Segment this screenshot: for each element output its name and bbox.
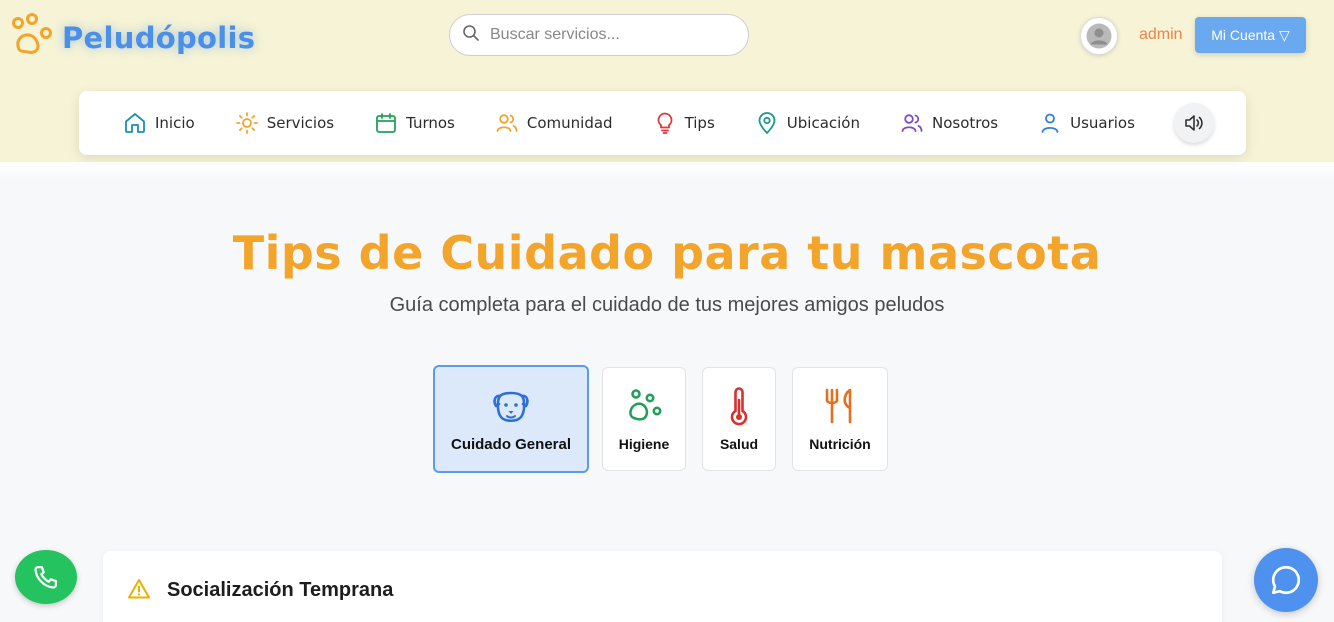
nav-label: Tips xyxy=(684,114,715,132)
page-subtitle: Guía completa para el cuidado de tus mej… xyxy=(389,294,945,316)
speaker-icon xyxy=(1185,115,1203,131)
chat-icon xyxy=(1271,565,1301,595)
logo-text: Peludópolis xyxy=(62,20,256,55)
header-divider xyxy=(0,162,1334,180)
category-label: Salud xyxy=(719,436,759,452)
category-label: Cuidado General xyxy=(450,435,572,453)
phone-icon xyxy=(34,565,58,589)
nav-label: Servicios xyxy=(266,114,335,132)
logo[interactable]: Peludópolis xyxy=(8,12,255,63)
lightbulb-icon xyxy=(657,112,672,134)
map-pin-icon xyxy=(758,112,776,134)
nav-item-usuarios[interactable]: Usuarios xyxy=(1038,111,1135,135)
tip-card: Socialización Temprana xyxy=(103,551,1222,622)
search-input[interactable] xyxy=(490,26,730,44)
main-nav: Inicio Servicios Turnos Comunidad Tips U… xyxy=(79,91,1246,155)
nav-label: Ubicación xyxy=(786,114,860,132)
home-icon xyxy=(125,113,145,133)
calendar-icon xyxy=(376,113,396,133)
phone-button[interactable] xyxy=(15,550,77,604)
nav-item-servicios[interactable]: Servicios xyxy=(235,111,334,135)
users-icon xyxy=(496,114,518,132)
nav-label: Comunidad xyxy=(526,114,613,132)
category-label: Nutrición xyxy=(809,436,871,452)
search-bar[interactable] xyxy=(449,14,749,56)
category-cuidado-general[interactable]: Cuidado General xyxy=(433,365,589,473)
chat-button[interactable] xyxy=(1254,548,1318,612)
nav-label: Inicio xyxy=(155,114,195,132)
sun-icon xyxy=(235,112,258,134)
utensils-icon xyxy=(825,388,852,424)
nav-label: Nosotros xyxy=(932,114,999,132)
account-menu-button[interactable]: Mi Cuenta ▽ xyxy=(1195,17,1306,53)
warning-icon xyxy=(127,577,151,606)
users-icon xyxy=(901,114,923,132)
category-higiene[interactable]: Higiene xyxy=(602,367,686,471)
search-icon xyxy=(462,24,480,47)
sound-toggle-button[interactable] xyxy=(1174,103,1214,143)
paw-logo-icon xyxy=(8,12,54,63)
nav-label: Usuarios xyxy=(1070,114,1135,132)
paw-icon xyxy=(629,389,662,421)
nav-item-turnos[interactable]: Turnos xyxy=(374,111,455,135)
dog-icon xyxy=(493,391,529,422)
category-nutricion[interactable]: Nutrición xyxy=(792,367,888,471)
tip-card-title: Socialización Temprana xyxy=(167,579,394,601)
nav-item-comunidad[interactable]: Comunidad xyxy=(495,111,613,135)
avatar[interactable] xyxy=(1080,17,1118,55)
nav-item-tips[interactable]: Tips xyxy=(653,111,715,135)
nav-item-inicio[interactable]: Inicio xyxy=(123,111,195,135)
category-label: Higiene xyxy=(618,436,670,452)
user-avatar-icon xyxy=(1086,23,1112,49)
category-salud[interactable]: Salud xyxy=(702,367,776,471)
thermometer-icon xyxy=(730,387,748,426)
nav-item-nosotros[interactable]: Nosotros xyxy=(900,111,998,135)
nav-label: Turnos xyxy=(406,114,455,132)
username-label[interactable]: admin xyxy=(1139,26,1183,44)
page-title: Tips de Cuidado para tu mascota xyxy=(232,226,1102,280)
user-icon xyxy=(1041,113,1059,133)
nav-item-ubicacion[interactable]: Ubicación xyxy=(755,111,860,135)
